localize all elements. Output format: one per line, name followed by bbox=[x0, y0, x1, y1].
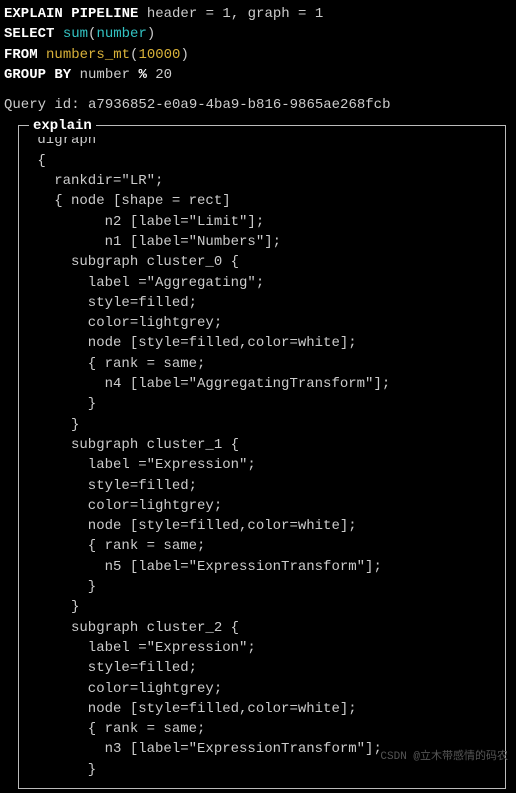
explain-box-title: explain bbox=[29, 116, 96, 136]
kw-select: SELECT bbox=[4, 26, 54, 42]
expr: number bbox=[80, 67, 139, 83]
sp bbox=[38, 47, 46, 63]
explain-body: digraph { rankdir="LR"; { node [shape = … bbox=[29, 130, 497, 780]
txt: header = 1, graph = 1 bbox=[138, 6, 323, 22]
sp bbox=[71, 67, 79, 83]
arg-number: number bbox=[96, 26, 146, 42]
kw-groupby: GROUP BY bbox=[4, 67, 71, 83]
query-id-label: Query id: bbox=[4, 97, 88, 113]
sql-line-2: SELECT sum(number) bbox=[4, 24, 512, 44]
op-mod: % bbox=[138, 67, 146, 83]
expr: 20 bbox=[147, 67, 172, 83]
explain-box: explain digraph { rankdir="LR"; { node [… bbox=[18, 125, 506, 789]
kw-explain: EXPLAIN PIPELINE bbox=[4, 6, 138, 22]
query-id-line: Query id: a7936852-e0a9-4ba9-b816-9865ae… bbox=[4, 95, 512, 115]
watermark: CSDN @立木带感情的码农 bbox=[380, 750, 508, 766]
query-id-value: a7936852-e0a9-4ba9-b816-9865ae268fcb bbox=[88, 97, 390, 113]
sql-line-1: EXPLAIN PIPELINE header = 1, graph = 1 bbox=[4, 4, 512, 24]
tbl-name: numbers_mt bbox=[46, 47, 130, 63]
sql-line-3: FROM numbers_mt(10000) bbox=[4, 45, 512, 65]
kw-from: FROM bbox=[4, 47, 38, 63]
sp bbox=[54, 26, 62, 42]
num-10000: 10000 bbox=[138, 47, 180, 63]
paren: ) bbox=[180, 47, 188, 63]
sql-line-4: GROUP BY number % 20 bbox=[4, 65, 512, 85]
paren: ) bbox=[147, 26, 155, 42]
fn-sum: sum bbox=[63, 26, 88, 42]
